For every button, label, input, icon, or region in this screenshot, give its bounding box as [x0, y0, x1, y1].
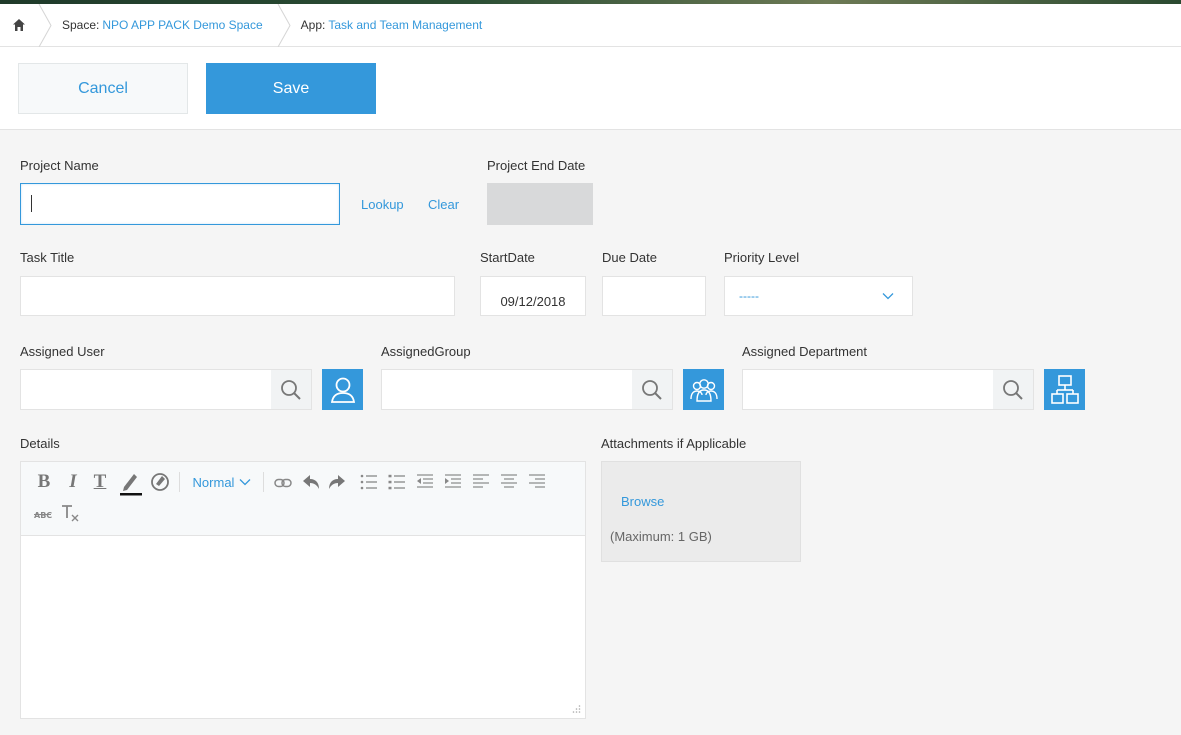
start-date-value: 09/12/2018 [500, 293, 566, 309]
breadcrumb: Space: NPO APP PACK Demo Space App: Task… [0, 4, 1181, 47]
text-color-icon[interactable] [119, 470, 143, 496]
assigned-user-label: Assigned User [20, 344, 105, 359]
start-date-label: StartDate [480, 250, 535, 265]
breadcrumb-app[interactable]: App: Task and Team Management [291, 4, 497, 46]
lookup-button[interactable]: Lookup [361, 197, 404, 212]
numbered-list-icon[interactable] [387, 472, 407, 492]
assigned-user-picker-button[interactable] [322, 369, 363, 410]
attachments-dropzone: Browse (Maximum: 1 GB) [601, 461, 801, 562]
chevron-down-icon [239, 479, 251, 486]
breadcrumb-space[interactable]: Space: NPO APP PACK Demo Space [52, 4, 277, 46]
details-rich-text-editor: B I T Normal ABC [20, 461, 586, 719]
toolbar-divider [179, 472, 180, 492]
svg-text:ABC: ABC [34, 511, 52, 520]
browse-button[interactable]: Browse [621, 494, 664, 509]
redo-icon[interactable] [327, 472, 347, 492]
details-text-area[interactable] [21, 537, 585, 718]
editor-toolbar: B I T Normal ABC [21, 462, 585, 536]
chevron-down-icon [882, 293, 894, 300]
assigned-group-label: AssignedGroup [381, 344, 471, 359]
breadcrumb-separator [38, 4, 52, 47]
priority-level-select[interactable]: ----- [724, 276, 913, 316]
task-title-label: Task Title [20, 250, 75, 265]
breadcrumb-space-prefix: Space: [62, 18, 100, 32]
assigned-department-label: Assigned Department [742, 344, 868, 359]
resize-handle-icon[interactable] [571, 704, 581, 714]
assigned-group-picker-button[interactable] [683, 369, 724, 410]
search-icon [642, 379, 662, 400]
project-end-date-field [487, 183, 593, 225]
breadcrumb-app-prefix: App: [300, 18, 326, 32]
start-date-input[interactable]: 09/12/2018 [480, 276, 586, 316]
project-end-date-label: Project End Date [487, 158, 586, 173]
format-dropdown-value: Normal [192, 474, 235, 490]
assigned-department-picker-button[interactable] [1044, 369, 1085, 410]
assigned-user-input[interactable] [20, 369, 272, 410]
align-left-icon[interactable] [471, 472, 491, 492]
action-bar: Cancel Save [0, 47, 1181, 130]
format-dropdown[interactable]: Normal [187, 470, 257, 494]
remove-format-icon[interactable] [59, 502, 81, 524]
undo-icon[interactable] [301, 472, 321, 492]
outdent-icon[interactable] [415, 472, 435, 492]
group-icon [689, 378, 718, 402]
assigned-group-search-button[interactable] [632, 369, 673, 410]
user-icon [330, 377, 355, 403]
attachments-label: Attachments if Applicable [601, 436, 747, 451]
strikethrough-icon[interactable]: ABC [33, 504, 53, 524]
align-right-icon[interactable] [527, 472, 547, 492]
search-icon [1003, 379, 1023, 400]
project-name-input[interactable] [20, 183, 340, 225]
due-date-input[interactable] [602, 276, 706, 316]
save-button[interactable]: Save [206, 63, 376, 114]
bold-icon[interactable]: B [35, 470, 53, 494]
link-icon[interactable] [273, 474, 293, 492]
italic-icon[interactable]: I [65, 470, 81, 494]
bulleted-list-icon[interactable] [359, 472, 379, 492]
breadcrumb-home[interactable] [0, 4, 38, 46]
department-icon [1050, 374, 1079, 404]
details-label: Details [20, 436, 60, 451]
assigned-user-search-button[interactable] [271, 369, 312, 410]
breadcrumb-space-link[interactable]: NPO APP PACK Demo Space [102, 18, 262, 32]
cancel-button[interactable]: Cancel [18, 63, 188, 114]
background-color-icon[interactable] [149, 470, 171, 494]
priority-level-value: ----- [739, 289, 759, 303]
clear-button[interactable]: Clear [428, 197, 459, 212]
toolbar-divider [263, 472, 264, 492]
breadcrumb-separator [277, 4, 291, 47]
align-center-icon[interactable] [499, 472, 519, 492]
indent-icon[interactable] [443, 472, 463, 492]
home-icon [13, 19, 25, 31]
assigned-department-search-button[interactable] [993, 369, 1034, 410]
underline-icon[interactable]: T [91, 470, 109, 494]
task-title-input[interactable] [20, 276, 455, 316]
assigned-group-input[interactable] [381, 369, 633, 410]
due-date-label: Due Date [602, 250, 657, 265]
search-icon [281, 379, 301, 400]
assigned-department-input[interactable] [742, 369, 994, 410]
text-caret [31, 195, 32, 212]
attachment-max-size: (Maximum: 1 GB) [610, 529, 712, 544]
breadcrumb-app-link[interactable]: Task and Team Management [328, 18, 482, 32]
priority-level-label: Priority Level [724, 250, 800, 265]
project-name-label: Project Name [20, 158, 99, 173]
